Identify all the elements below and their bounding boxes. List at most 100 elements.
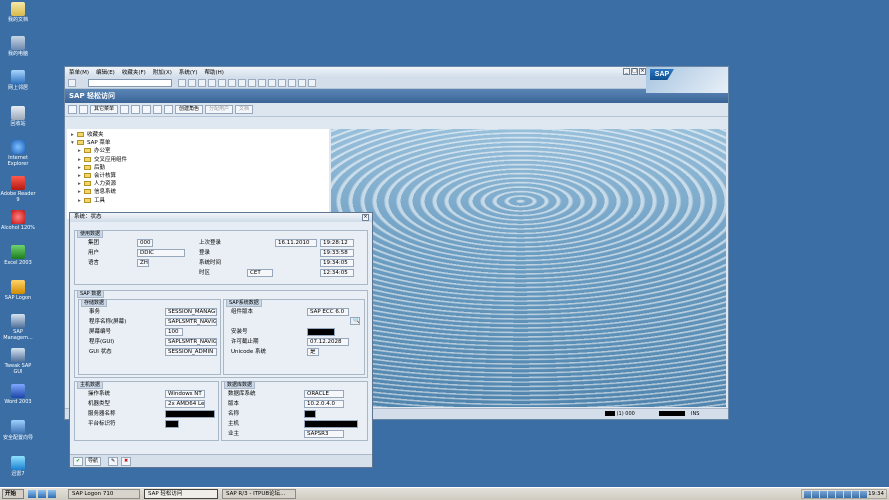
tree-node-sap-menu[interactable]: ▾ SAP 菜单 (71, 139, 325, 147)
menu-item-edit[interactable]: 编辑(E) (96, 68, 115, 76)
minimize-button[interactable]: _ (623, 68, 630, 75)
cancel-x-icon[interactable]: ✖ (121, 457, 131, 466)
menu-item-favorites[interactable]: 收藏夹(F) (122, 68, 146, 76)
tree-node-favorites[interactable]: ▸ 收藏夹 (71, 131, 325, 139)
component-details-icon[interactable]: 🔍 (350, 317, 360, 325)
desktop-icon-sap-management[interactable]: SAP Managem... (0, 314, 36, 341)
help-icon[interactable] (298, 78, 306, 87)
tray-antivirus-icon[interactable] (860, 490, 868, 498)
maximize-button[interactable]: □ (631, 68, 638, 75)
desktop-icon-alcohol[interactable]: Alcohol 120% (0, 210, 36, 231)
machine-type-label: 机器类型 (88, 401, 111, 407)
desktop-icon-computer[interactable]: 我的电脑 (0, 36, 36, 57)
desktop-icon-adobe-reader[interactable]: Adobe Reader 9 (0, 176, 36, 203)
taskbar-item-sap-logon[interactable]: SAP Logon 710 (68, 489, 140, 499)
command-field[interactable] (88, 78, 172, 87)
save-icon[interactable] (178, 78, 186, 87)
prev-page-icon[interactable] (248, 78, 256, 87)
menu-item-system[interactable]: 系统(Y) (179, 68, 198, 76)
tree-node-info-systems[interactable]: ▸ 信息系统 (71, 188, 325, 196)
move-up-icon[interactable] (153, 105, 163, 114)
other-menu-button[interactable]: 其它菜单 (90, 105, 119, 114)
last-login-date-field: 16.11.2010 (275, 239, 317, 247)
tree-node-tools[interactable]: ▸ 工具 (71, 197, 325, 205)
desktop-icon-word[interactable]: Word 2003 (0, 384, 36, 405)
cancel-icon[interactable] (208, 78, 216, 87)
tree-node-cross-app[interactable]: ▸ 交叉应用组件 (71, 156, 325, 164)
license-expiry-label: 许可截止期 (231, 339, 259, 345)
application-toolbar: 其它菜单 创建角色 分配用户 文档 (65, 103, 728, 117)
desktop-icon-network[interactable]: 网上邻居 (0, 70, 36, 91)
program-gui-field: SAPLSMTR_NAVIGATION (165, 338, 217, 346)
menu-item-menu[interactable]: 菜单(M) (69, 68, 89, 76)
sap-logon-icon (11, 280, 25, 294)
desktop-icon-documents[interactable]: 我的文档 (0, 2, 36, 23)
clock[interactable]: 19:34 (868, 491, 884, 497)
new-session-icon[interactable] (278, 78, 286, 87)
desktop-icon-excel[interactable]: Excel 2003 (0, 245, 36, 266)
desktop-icon-ie[interactable]: Internet Explorer (0, 140, 36, 167)
tray-update-icon[interactable] (852, 490, 860, 498)
taskbar-item-sap-easy-access[interactable]: SAP 轻松访问 (144, 489, 218, 499)
tray-security-icon[interactable] (836, 490, 844, 498)
add-favorite-icon[interactable] (120, 105, 130, 114)
documentation-button[interactable]: 文档 (235, 105, 254, 114)
masked-server-name (659, 411, 685, 416)
layout-icon[interactable] (308, 78, 316, 87)
show-desktop-icon[interactable] (28, 490, 36, 498)
machine-type-field: 2x AMD64 Level (165, 400, 205, 408)
print-icon[interactable] (218, 78, 226, 87)
delete-favorite-icon[interactable] (131, 105, 141, 114)
last-page-icon[interactable] (268, 78, 276, 87)
tray-thunder-icon[interactable] (844, 490, 852, 498)
move-down-icon[interactable] (164, 105, 174, 114)
tree-node-office[interactable]: ▸ 办公室 (71, 147, 325, 155)
create-role-button[interactable]: 创建角色 (175, 105, 204, 114)
desktop-icon-thunder[interactable]: 迅雷7 (0, 456, 36, 477)
tree-node-accounting[interactable]: ▸ 会计核算 (71, 172, 325, 180)
confirm-check-icon[interactable]: ✔ (73, 457, 83, 466)
desktop-icon-tweak-sap-gui[interactable]: Tweak SAP GUI (0, 348, 36, 375)
repository-data-group: 存储数据 事务 SESSION_MANAGER 程序名称(屏幕) SAPLSMT… (78, 299, 221, 375)
computer-icon (11, 36, 25, 50)
menu-item-extras[interactable]: 附加(X) (153, 68, 172, 76)
screen-number-label: 屏幕编号 (89, 329, 112, 335)
unicode-system-field: 是 (307, 348, 319, 356)
desktop-icon-sap-logon[interactable]: SAP Logon (0, 280, 36, 301)
tray-sap-icon[interactable] (828, 490, 836, 498)
network-icon (11, 70, 25, 84)
exit-icon[interactable] (198, 78, 206, 87)
tray-language-icon[interactable] (804, 490, 812, 498)
change-favorite-icon[interactable] (142, 105, 152, 114)
program-screen-label: 程序名称(屏幕) (89, 319, 127, 325)
dialog-close-button[interactable]: × (362, 214, 369, 221)
first-page-icon[interactable] (238, 78, 246, 87)
dialog-title: 系统：状态 (74, 214, 102, 220)
quick-launch-ie-icon[interactable] (38, 490, 46, 498)
desktop-icon-label: 我的文档 (7, 17, 28, 23)
quick-launch-explorer-icon[interactable] (48, 490, 56, 498)
tray-network-icon[interactable] (812, 490, 820, 498)
user-menu-icon[interactable] (68, 105, 77, 114)
enter-icon[interactable] (68, 78, 76, 87)
timezone-time-field: 12:34:05 (320, 269, 354, 277)
back-icon[interactable] (188, 78, 196, 87)
taskbar-item-itpub[interactable]: SAP R/3 - ITPUB论坛... (222, 489, 296, 499)
find-icon[interactable] (228, 78, 236, 87)
desktop-icon-security-wizard[interactable]: 安全配置向导 (0, 420, 36, 441)
tree-node-logistics[interactable]: ▸ 后勤 (71, 164, 325, 172)
navigation-button[interactable]: 导航 (85, 457, 102, 466)
next-page-icon[interactable] (258, 78, 266, 87)
tree-node-hr[interactable]: ▸ 人力资源 (71, 180, 325, 188)
sap-menu-icon[interactable] (79, 105, 88, 114)
menu-item-help[interactable]: 帮助(H) (205, 68, 224, 76)
tray-volume-icon[interactable] (820, 490, 828, 498)
assign-user-button[interactable]: 分配用户 (205, 105, 234, 114)
desktop-icon-recycle-bin[interactable]: 回收站 (0, 106, 36, 127)
folder-icon (77, 140, 84, 146)
shortcut-icon[interactable] (288, 78, 296, 87)
close-button[interactable]: × (639, 68, 646, 75)
taskbar: 开始 SAP Logon 710 SAP 轻松访问 SAP R/3 - ITPU… (0, 487, 889, 500)
edit-icon[interactable]: ✎ (108, 457, 118, 466)
start-button[interactable]: 开始 (2, 489, 24, 499)
